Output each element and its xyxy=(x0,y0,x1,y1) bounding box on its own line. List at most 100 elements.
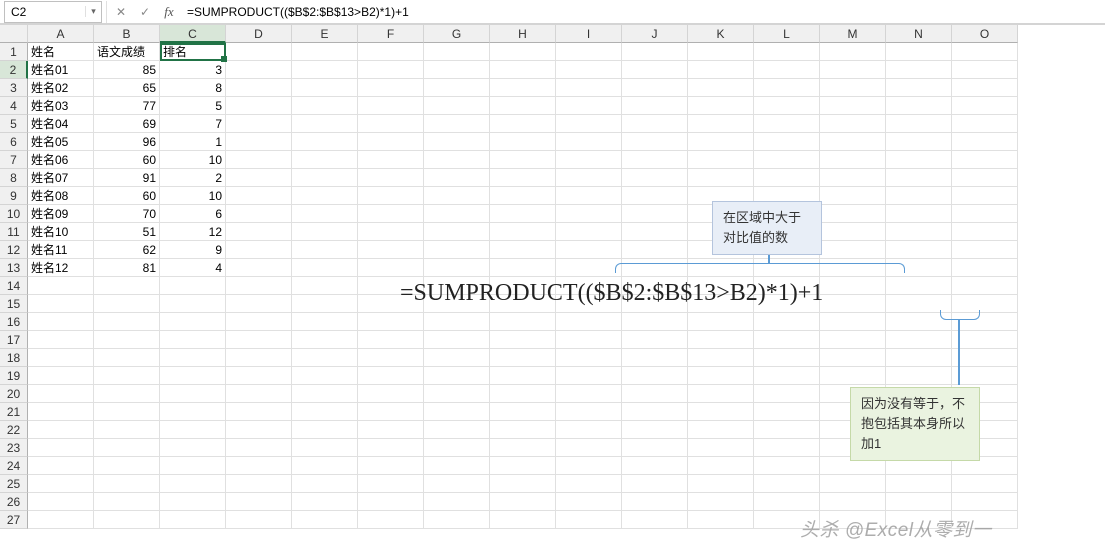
cell-C4[interactable]: 5 xyxy=(160,97,226,115)
cell-B14[interactable] xyxy=(94,277,160,295)
cell-B6[interactable]: 96 xyxy=(94,133,160,151)
cell-I18[interactable] xyxy=(556,349,622,367)
cell-J20[interactable] xyxy=(622,385,688,403)
cell-M16[interactable] xyxy=(820,313,886,331)
cell-D18[interactable] xyxy=(226,349,292,367)
cell-C10[interactable]: 6 xyxy=(160,205,226,223)
cell-E25[interactable] xyxy=(292,475,358,493)
cell-C17[interactable] xyxy=(160,331,226,349)
cell-D21[interactable] xyxy=(226,403,292,421)
cell-L2[interactable] xyxy=(754,61,820,79)
cell-I19[interactable] xyxy=(556,367,622,385)
cell-E13[interactable] xyxy=(292,259,358,277)
cell-H20[interactable] xyxy=(490,385,556,403)
cell-H17[interactable] xyxy=(490,331,556,349)
cell-C1[interactable]: 排名 xyxy=(160,43,226,61)
cell-E10[interactable] xyxy=(292,205,358,223)
cell-B26[interactable] xyxy=(94,493,160,511)
cell-A10[interactable]: 姓名09 xyxy=(28,205,94,223)
fx-icon[interactable]: fx xyxy=(157,1,181,23)
cell-J17[interactable] xyxy=(622,331,688,349)
cell-D6[interactable] xyxy=(226,133,292,151)
cell-D25[interactable] xyxy=(226,475,292,493)
cell-J19[interactable] xyxy=(622,367,688,385)
cell-O18[interactable] xyxy=(952,349,1018,367)
row-header-18[interactable]: 18 xyxy=(0,349,28,367)
cell-N8[interactable] xyxy=(886,169,952,187)
cell-O11[interactable] xyxy=(952,223,1018,241)
cell-K27[interactable] xyxy=(688,511,754,529)
cell-J11[interactable] xyxy=(622,223,688,241)
cell-D4[interactable] xyxy=(226,97,292,115)
cell-M14[interactable] xyxy=(820,277,886,295)
cell-N14[interactable] xyxy=(886,277,952,295)
cell-B27[interactable] xyxy=(94,511,160,529)
cell-O2[interactable] xyxy=(952,61,1018,79)
cell-M12[interactable] xyxy=(820,241,886,259)
column-header-E[interactable]: E xyxy=(292,25,358,43)
cell-N9[interactable] xyxy=(886,187,952,205)
row-header-23[interactable]: 23 xyxy=(0,439,28,457)
column-header-F[interactable]: F xyxy=(358,25,424,43)
cell-J21[interactable] xyxy=(622,403,688,421)
cell-G18[interactable] xyxy=(424,349,490,367)
row-header-12[interactable]: 12 xyxy=(0,241,28,259)
cell-E21[interactable] xyxy=(292,403,358,421)
row-header-14[interactable]: 14 xyxy=(0,277,28,295)
cell-D7[interactable] xyxy=(226,151,292,169)
cell-H11[interactable] xyxy=(490,223,556,241)
cell-F22[interactable] xyxy=(358,421,424,439)
name-box-dropdown-icon[interactable]: ▾ xyxy=(85,6,101,17)
cell-I7[interactable] xyxy=(556,151,622,169)
row-header-22[interactable]: 22 xyxy=(0,421,28,439)
cell-L16[interactable] xyxy=(754,313,820,331)
cell-M5[interactable] xyxy=(820,115,886,133)
cell-H5[interactable] xyxy=(490,115,556,133)
cell-C23[interactable] xyxy=(160,439,226,457)
cell-J6[interactable] xyxy=(622,133,688,151)
cell-K21[interactable] xyxy=(688,403,754,421)
cell-F9[interactable] xyxy=(358,187,424,205)
row-header-15[interactable]: 15 xyxy=(0,295,28,313)
cell-F5[interactable] xyxy=(358,115,424,133)
cell-J1[interactable] xyxy=(622,43,688,61)
cell-A26[interactable] xyxy=(28,493,94,511)
cell-F10[interactable] xyxy=(358,205,424,223)
column-header-A[interactable]: A xyxy=(28,25,94,43)
cell-I13[interactable] xyxy=(556,259,622,277)
cell-B9[interactable]: 60 xyxy=(94,187,160,205)
cell-F17[interactable] xyxy=(358,331,424,349)
cell-I11[interactable] xyxy=(556,223,622,241)
cell-O13[interactable] xyxy=(952,259,1018,277)
name-box[interactable]: C2 ▾ xyxy=(4,1,102,23)
cell-K19[interactable] xyxy=(688,367,754,385)
cell-D14[interactable] xyxy=(226,277,292,295)
cell-K16[interactable] xyxy=(688,313,754,331)
cell-F19[interactable] xyxy=(358,367,424,385)
cell-A2[interactable]: 姓名01 xyxy=(28,61,94,79)
cell-I26[interactable] xyxy=(556,493,622,511)
cell-I20[interactable] xyxy=(556,385,622,403)
cell-F3[interactable] xyxy=(358,79,424,97)
cell-L8[interactable] xyxy=(754,169,820,187)
cell-A13[interactable]: 姓名12 xyxy=(28,259,94,277)
cell-G12[interactable] xyxy=(424,241,490,259)
cell-F8[interactable] xyxy=(358,169,424,187)
cell-C18[interactable] xyxy=(160,349,226,367)
cell-N11[interactable] xyxy=(886,223,952,241)
cell-M6[interactable] xyxy=(820,133,886,151)
cell-A16[interactable] xyxy=(28,313,94,331)
cell-O26[interactable] xyxy=(952,493,1018,511)
cell-B17[interactable] xyxy=(94,331,160,349)
cell-M9[interactable] xyxy=(820,187,886,205)
cell-L20[interactable] xyxy=(754,385,820,403)
cell-K2[interactable] xyxy=(688,61,754,79)
cell-D3[interactable] xyxy=(226,79,292,97)
cell-N17[interactable] xyxy=(886,331,952,349)
cell-A4[interactable]: 姓名03 xyxy=(28,97,94,115)
cell-H3[interactable] xyxy=(490,79,556,97)
row-header-6[interactable]: 6 xyxy=(0,133,28,151)
column-header-N[interactable]: N xyxy=(886,25,952,43)
cell-A24[interactable] xyxy=(28,457,94,475)
cell-J26[interactable] xyxy=(622,493,688,511)
